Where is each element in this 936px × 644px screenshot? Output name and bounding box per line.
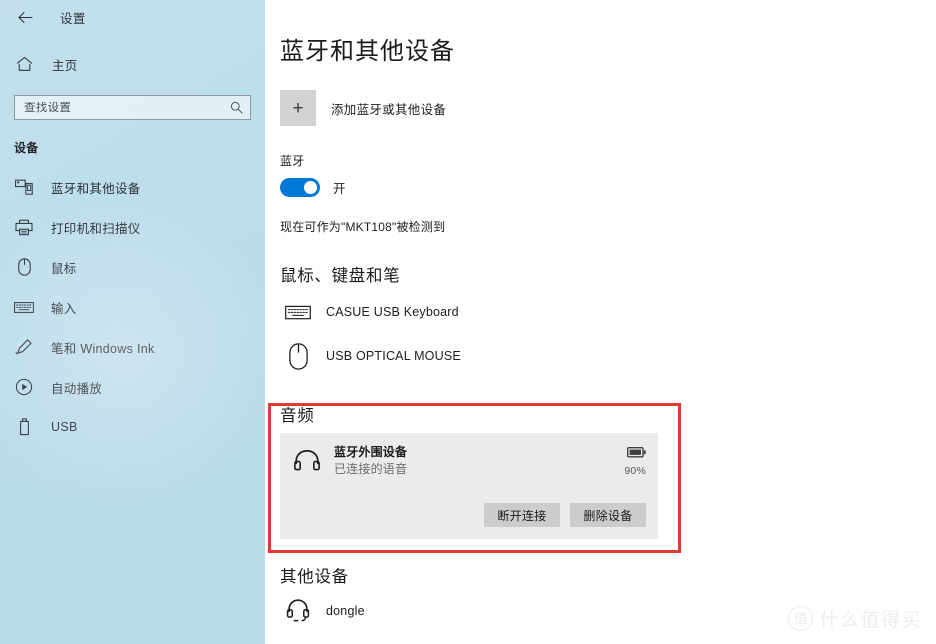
remove-device-button[interactable]: 删除设备: [570, 503, 646, 527]
battery-icon: [626, 445, 646, 463]
sidebar-item-label: 输入: [51, 301, 77, 316]
plus-icon: +: [280, 90, 316, 126]
sidebar-item-bluetooth-and-other-devices[interactable]: 蓝牙和其他设备: [0, 167, 265, 207]
section-mouse-keyboard-pen: 鼠标、键盘和笔 CASUE USB Keyboard USB OPTICAL M…: [280, 262, 936, 378]
sidebar-item-autoplay[interactable]: 自动播放: [0, 367, 265, 407]
audio-device-panel[interactable]: 蓝牙外围设备 已连接的语音 90% 断开连接 删除设备: [280, 433, 658, 539]
section-heading: 鼠标、键盘和笔: [280, 267, 401, 285]
audio-device-name: 蓝牙外围设备: [334, 445, 408, 459]
bluetooth-discoverable-text: 现在可作为"MKT108"被检测到: [280, 220, 446, 234]
audio-device-names: 蓝牙外围设备 已连接的语音: [334, 443, 612, 477]
bluetooth-toggle-row: 开: [280, 178, 936, 197]
bluetooth-label: 蓝牙: [280, 154, 305, 168]
headphones-icon: [292, 445, 322, 475]
sidebar-item-home[interactable]: 主页: [0, 47, 265, 81]
add-device-button[interactable]: + 添加蓝牙或其他设备: [280, 90, 600, 126]
sidebar-item-usb[interactable]: USB: [0, 407, 265, 447]
autoplay-icon: [14, 377, 34, 397]
sidebar-item-typing[interactable]: 输入: [0, 287, 265, 327]
sidebar-item-label: 笔和 Windows Ink: [51, 341, 155, 356]
sidebar-item-label: 打印机和扫描仪: [51, 221, 141, 236]
back-arrow-icon[interactable]: [14, 6, 36, 28]
section-other-devices: 其他设备 dongle: [280, 563, 936, 633]
window-title: 设置: [60, 11, 86, 26]
sidebar-item-label: 自动播放: [51, 381, 103, 396]
audio-device-status: 已连接的语音: [334, 462, 408, 476]
mouse-icon: [14, 257, 34, 277]
sidebar-item-pen-and-windows-ink[interactable]: 笔和 Windows Ink: [0, 327, 265, 367]
mouse-device-icon: [283, 341, 313, 371]
settings-window: 设置 主页 设备: [0, 0, 936, 644]
printer-icon: [14, 217, 34, 237]
device-name: USB OPTICAL MOUSE: [326, 349, 461, 363]
battery-indicator: 90%: [624, 443, 646, 477]
sidebar-item-label: 蓝牙和其他设备: [51, 181, 141, 196]
add-device-label: 添加蓝牙或其他设备: [331, 102, 447, 117]
device-row[interactable]: USB OPTICAL MOUSE: [280, 334, 936, 378]
bluetooth-block: 蓝牙 开 现在可作为"MKT108"被检测到: [280, 152, 936, 235]
sidebar: 设置 主页 设备: [0, 0, 265, 644]
audio-device-row: 蓝牙外围设备 已连接的语音 90%: [292, 443, 646, 477]
device-row[interactable]: CASUE USB Keyboard: [280, 290, 936, 334]
page-title: 蓝牙和其他设备: [280, 38, 455, 65]
section-audio: 音频 蓝牙外围设备 已连接的语音 90% 断开连接 删除设备: [280, 402, 936, 539]
device-row[interactable]: dongle: [280, 589, 936, 633]
audio-device-actions: 断开连接 删除设备: [292, 503, 646, 527]
search-box[interactable]: [14, 95, 251, 120]
sidebar-item-label: 鼠标: [51, 261, 77, 276]
sidebar-group-heading: 设备: [14, 141, 39, 155]
bluetooth-toggle-state: 开: [333, 182, 346, 196]
other-devices-heading: 其他设备: [280, 568, 349, 586]
pen-icon: [14, 337, 34, 357]
audio-heading: 音频: [280, 407, 315, 425]
sidebar-item-printers-and-scanners[interactable]: 打印机和扫描仪: [0, 207, 265, 247]
battery-percent: 90%: [624, 465, 646, 477]
bluetooth-toggle[interactable]: [280, 178, 320, 197]
title-bar: 设置: [0, 0, 265, 34]
sidebar-nav: 蓝牙和其他设备 打印机和扫描仪 鼠标 输入 笔和 Windows Ink 自动播…: [0, 167, 265, 447]
toggle-knob: [304, 181, 317, 194]
bluetooth-device-icon: [14, 177, 34, 197]
device-name: dongle: [326, 604, 365, 618]
sidebar-item-label: USB: [51, 420, 78, 434]
main-content: 蓝牙和其他设备 + 添加蓝牙或其他设备 蓝牙 开 现在可作为"MKT108"被检…: [265, 0, 936, 644]
disconnect-button[interactable]: 断开连接: [484, 503, 560, 527]
search-icon[interactable]: [230, 101, 243, 114]
usb-icon: [14, 417, 34, 437]
sidebar-item-mouse[interactable]: 鼠标: [0, 247, 265, 287]
sidebar-home-label: 主页: [52, 58, 78, 73]
keyboard-icon: [14, 297, 34, 317]
device-name: CASUE USB Keyboard: [326, 305, 459, 319]
keyboard-device-icon: [283, 297, 313, 327]
headset-icon: [283, 596, 313, 626]
home-icon: [14, 56, 34, 72]
search-input[interactable]: [24, 101, 230, 114]
